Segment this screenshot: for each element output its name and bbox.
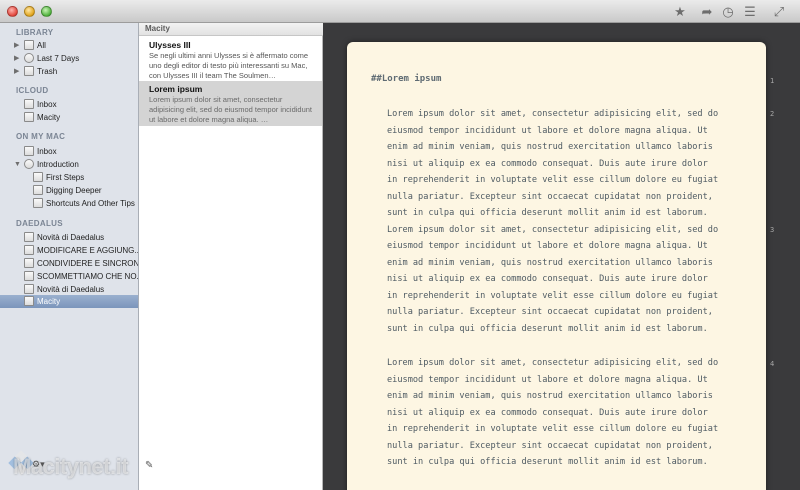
library-item-icloud-macity[interactable]: Macity: [0, 111, 138, 124]
library-item-label: First Steps: [46, 173, 85, 182]
sheet-item-lorem-ipsum[interactable]: Lorem ipsum Lorem ipsum dolor sit amet, …: [139, 81, 322, 126]
line-number: 4: [770, 360, 775, 368]
library-item-macity-selected[interactable]: Macity: [0, 295, 138, 308]
group-icon: [33, 185, 43, 195]
disclosure-right-icon[interactable]: ▶: [14, 39, 22, 52]
disclosure-right-icon[interactable]: ▶: [14, 52, 22, 65]
library-item-label: All: [37, 41, 46, 50]
stack-icon: [24, 40, 34, 50]
close-window-button[interactable]: [7, 6, 18, 17]
library-item-label: CONDIVIDERE E SINCRON...: [37, 259, 138, 268]
library-item-daedalus-4[interactable]: SCOMMETTIAMO CHE NO...: [0, 270, 138, 283]
library-item-label: Shortcuts And Other Tips: [46, 199, 135, 208]
section-header-on-my-mac: ON MY MAC: [16, 132, 66, 141]
library-item-label: Digging Deeper: [46, 186, 102, 195]
stack-icon: [24, 296, 34, 306]
library-item-icloud-inbox[interactable]: Inbox: [0, 98, 138, 111]
library-item-trash[interactable]: ▶ Trash: [0, 65, 138, 78]
library-item-all[interactable]: ▶ All: [0, 39, 138, 52]
sheet-title: Ulysses III: [149, 40, 191, 50]
group-icon: [24, 112, 34, 122]
section-header-daedalus: DAEDALUS: [16, 219, 63, 228]
trash-icon: [24, 66, 34, 76]
library-item-digging-deeper[interactable]: Digging Deeper: [0, 184, 138, 197]
library-item-mac-inbox[interactable]: Inbox: [0, 145, 138, 158]
library-item-daedalus-2[interactable]: MODIFICARE E AGGIUNG...: [0, 244, 138, 257]
library-item-label: Introduction: [37, 160, 79, 169]
sheet-list-header: Macity: [139, 23, 323, 36]
help-icon: [24, 159, 34, 169]
section-header-library: LIBRARY: [16, 28, 54, 37]
section-header-icloud: ICLOUD: [16, 86, 49, 95]
star-icon[interactable]: ★: [671, 3, 689, 20]
title-bar: ★ ➦ ◷ ☰ ⤢: [0, 0, 800, 23]
line-number: 3: [770, 226, 775, 234]
ulysses-window: ★ ➦ ◷ ☰ ⤢ LIBRARY ▶ All ▶ Last 7 Days ▶ …: [0, 0, 800, 490]
group-icon: [33, 198, 43, 208]
new-sheet-icon[interactable]: ✎: [145, 460, 153, 471]
clock-icon[interactable]: ◷: [719, 3, 737, 20]
document-heading[interactable]: ##Lorem ipsum: [371, 74, 441, 84]
stack-icon: [24, 284, 34, 294]
sheet-preview: Lorem ipsum dolor sit amet, consectetur …: [149, 95, 313, 124]
zoom-window-button[interactable]: [41, 6, 52, 17]
share-icon[interactable]: ➦: [698, 3, 716, 20]
library-item-introduction[interactable]: ▼ Introduction: [0, 158, 138, 171]
list-icon[interactable]: ☰: [741, 3, 759, 20]
library-item-label: Macity: [37, 113, 61, 122]
minimize-window-button[interactable]: [24, 6, 35, 17]
disclosure-right-icon[interactable]: ▶: [14, 65, 22, 78]
library-item-first-steps[interactable]: First Steps: [0, 171, 138, 184]
library-item-label: Trash: [37, 67, 58, 76]
library-item-label: Macity: [37, 297, 61, 306]
library-item-shortcuts[interactable]: Shortcuts And Other Tips: [0, 197, 138, 210]
sheet-preview: Se negli ultimi anni Ulysses si è afferm…: [149, 51, 309, 80]
line-number: 1: [770, 77, 775, 85]
library-item-label: Last 7 Days: [37, 54, 80, 63]
library-item-daedalus-1[interactable]: Novità di Daedalus: [0, 231, 138, 244]
library-item-daedalus-3[interactable]: CONDIVIDERE E SINCRON...: [0, 257, 138, 270]
sheet-title: Lorem ipsum: [149, 84, 203, 94]
document-paragraph-1[interactable]: Lorem ipsum dolor sit amet, consectetur …: [387, 106, 757, 337]
library-item-label: Inbox: [37, 100, 57, 109]
inbox-icon: [24, 146, 34, 156]
library-item-last-7-days[interactable]: ▶ Last 7 Days: [0, 52, 138, 65]
inbox-icon: [24, 99, 34, 109]
library-item-label: Inbox: [37, 147, 57, 156]
sheet-item-ulysses[interactable]: Ulysses III Se negli ultimi anni Ulysses…: [139, 37, 322, 82]
library-item-label: SCOMMETTIAMO CHE NO...: [37, 272, 138, 281]
line-number: 2: [770, 110, 775, 118]
clock-icon: [24, 53, 34, 63]
library-sidebar: LIBRARY ▶ All ▶ Last 7 Days ▶ Trash ICLO…: [0, 23, 139, 490]
watermark-text: Macitynet.it: [13, 454, 129, 479]
sheet-list: Macity Ulysses III Se negli ultimi anni …: [139, 23, 323, 490]
library-item-label: MODIFICARE E AGGIUNG...: [37, 246, 138, 255]
stack-icon: [24, 271, 34, 281]
stack-icon: [24, 232, 34, 242]
library-item-label: Novità di Daedalus: [37, 233, 105, 242]
disclosure-down-icon[interactable]: ▼: [14, 158, 22, 171]
stack-icon: [24, 258, 34, 268]
document-paragraph-2[interactable]: Lorem ipsum dolor sit amet, consectetur …: [387, 355, 757, 471]
fullscreen-icon[interactable]: ⤢: [770, 3, 788, 20]
group-icon: [33, 172, 43, 182]
gear-icon[interactable]: ⚙▾: [32, 459, 45, 470]
stack-icon: [24, 245, 34, 255]
